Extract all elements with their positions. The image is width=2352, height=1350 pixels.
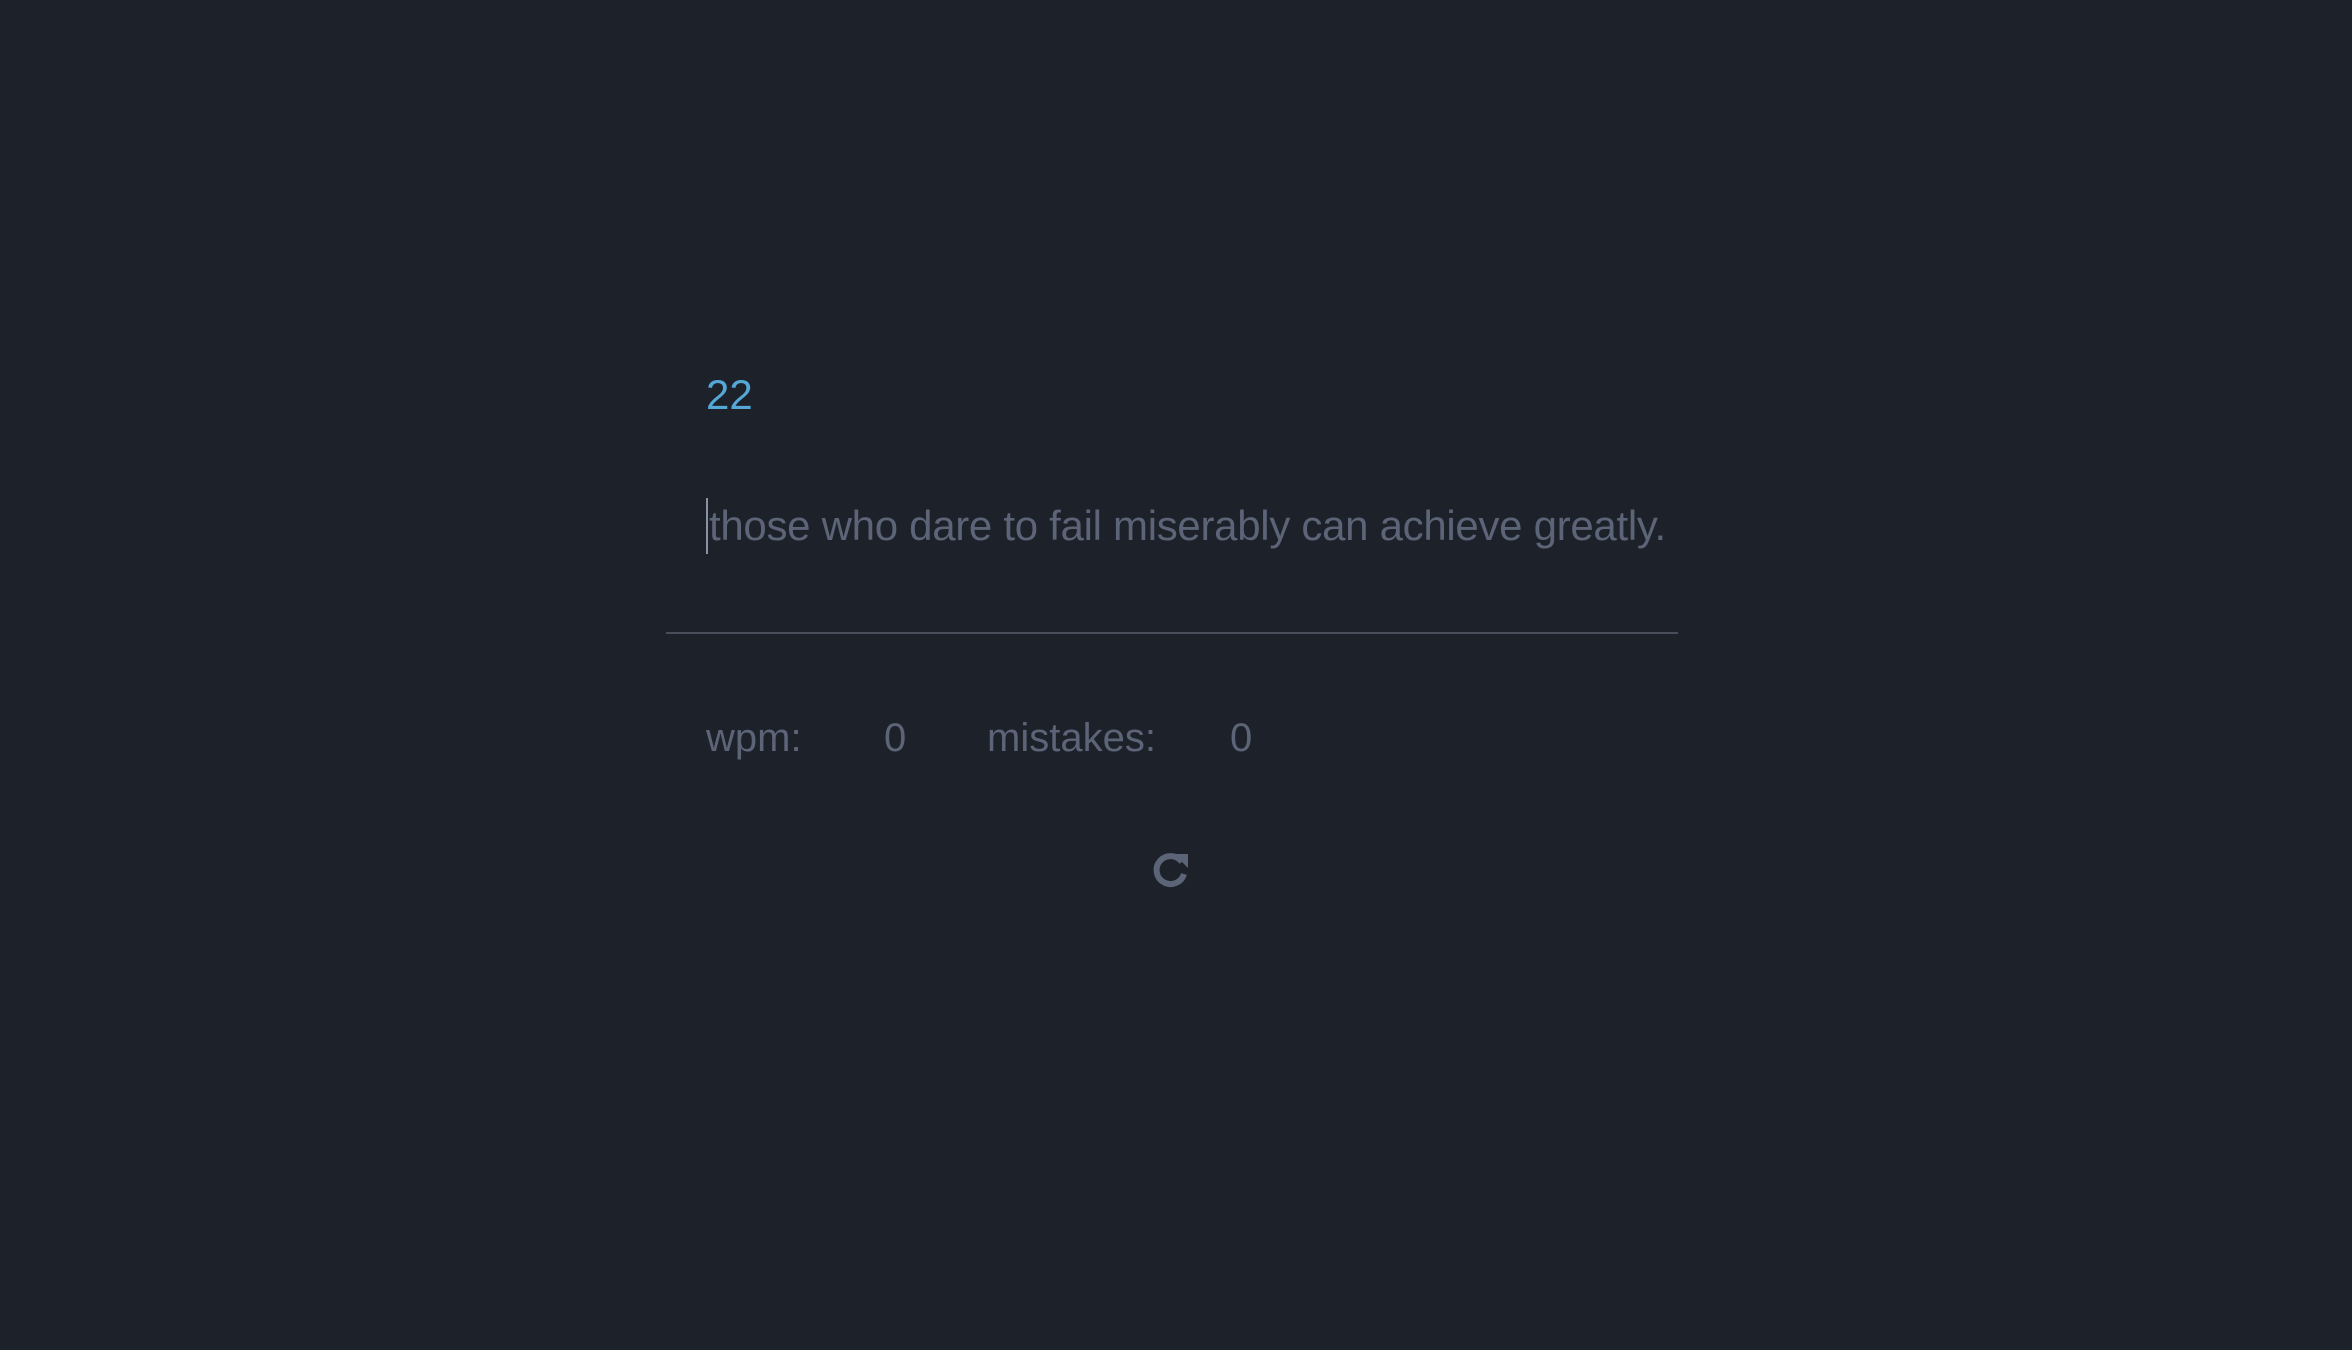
countdown-timer: 22 xyxy=(706,371,753,418)
wpm-label: wpm: xyxy=(706,716,802,760)
typing-test-app: 22 those who dare to fail miserably can … xyxy=(0,0,2352,1350)
quote-text: those who dare to fail miserably can ach… xyxy=(709,502,1666,549)
mistakes-label: mistakes: xyxy=(987,716,1156,760)
text-caret xyxy=(706,498,708,554)
divider xyxy=(666,632,1678,634)
restart-icon xyxy=(1153,853,1188,888)
typing-area[interactable]: those who dare to fail miserably can ach… xyxy=(706,498,1666,554)
wpm-value: 0 xyxy=(884,716,907,760)
mistakes-value: 0 xyxy=(1230,716,1253,760)
restart-button[interactable] xyxy=(1146,846,1194,894)
